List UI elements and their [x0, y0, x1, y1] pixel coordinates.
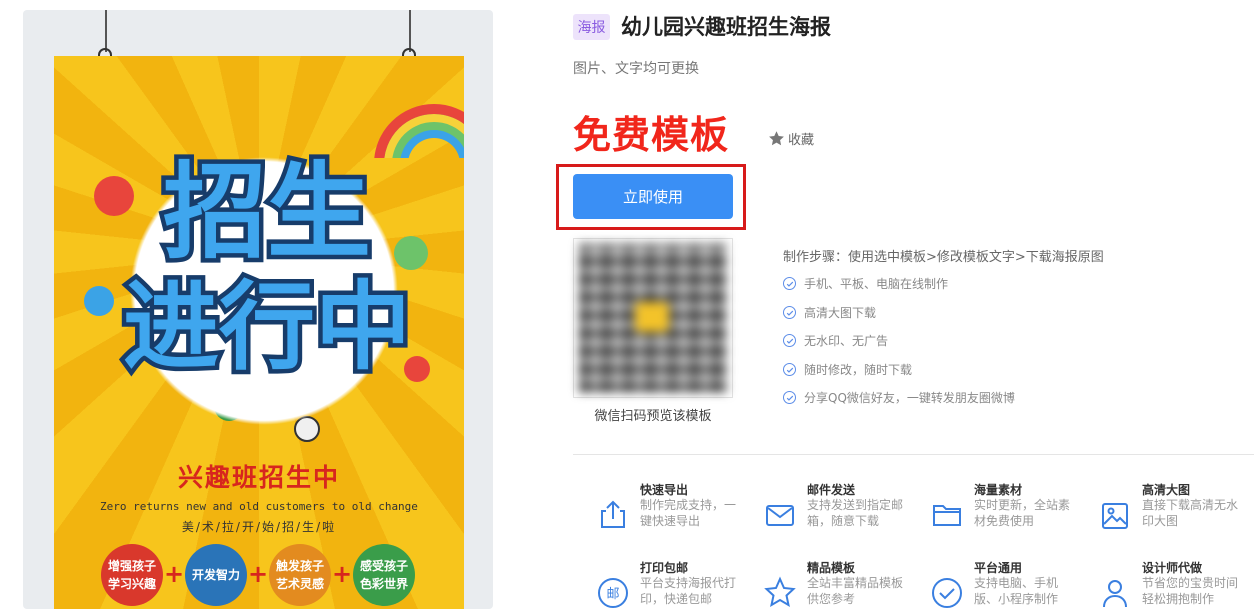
service-desc: 节省您的宝贵时间轻松拥抱制作 [1142, 576, 1239, 606]
post-icon: 邮 [595, 575, 631, 609]
service-desc: 全站丰富精品模板供您参考 [807, 576, 904, 606]
category-tag: 海报 [573, 14, 610, 40]
svg-text:邮: 邮 [606, 587, 619, 602]
feature-item: 高清大图下载 [783, 304, 876, 321]
hanging-string [105, 10, 107, 52]
check-circle-icon [783, 363, 796, 376]
template-subtitle: 图片、文字均可更换 [573, 61, 699, 77]
service-item-designer: 设计师代做 节省您的宝贵时间轻松拥抱制作 [1075, 559, 1239, 609]
service-item-premium: 精品模板 全站丰富精品模板供您参考 [740, 559, 904, 609]
favorite-button[interactable]: 收藏 [768, 129, 814, 148]
template-title: 幼儿园兴趣班招生海报 [621, 15, 831, 39]
service-item-hd-image: 高清大图 直接下载高清无水印大图 [1075, 481, 1239, 533]
service-item-print: 邮 打印包邮 平台支持海报代打印，快递包邮 [573, 559, 737, 609]
service-desc: 直接下载高清无水印大图 [1142, 498, 1239, 528]
poster-circle: 开发智力 [185, 544, 247, 606]
service-desc: 制作完成支持，一键快速导出 [640, 498, 737, 528]
service-title: 打印包邮 [640, 561, 689, 575]
check-circle-icon [783, 277, 796, 290]
plus-icon: + [248, 560, 269, 588]
poster-circle: 感受孩子 色彩世界 [353, 544, 415, 606]
plus-icon: + [332, 560, 353, 588]
service-title: 设计师代做 [1142, 561, 1203, 575]
divider [573, 454, 1254, 455]
poster-feature-circles: 增强孩子 学习兴趣 + 开发智力 + 触发孩子 艺术灵感 + 感受孩子 色彩世界 [101, 544, 421, 609]
feature-item: 手机、平板、电脑在线制作 [783, 275, 948, 292]
headline-line-1: 招生 [163, 151, 371, 273]
service-desc: 实时更新，全站素材免费使用 [974, 498, 1071, 528]
plus-icon: + [164, 560, 185, 588]
feature-item: 随时修改，随时下载 [783, 361, 912, 378]
use-now-button[interactable]: 立即使用 [573, 174, 733, 219]
hanging-string [409, 10, 411, 52]
folder-icon [929, 497, 965, 533]
service-title: 高清大图 [1142, 483, 1191, 497]
service-title: 平台通用 [974, 561, 1023, 575]
headline-art: 招生 进行中 [119, 147, 416, 379]
headline-line-2: 进行中 [123, 271, 411, 378]
poster-image: 招生 进行中 兴趣班招生中 Zero returns new and old c… [54, 56, 464, 609]
feature-item: 无水印、无广告 [783, 332, 888, 349]
check-circle-icon [783, 391, 796, 404]
service-item-platform: 平台通用 支持电脑、手机版、小程序制作 [907, 559, 1067, 609]
qr-code [573, 238, 733, 398]
price-label: 免费模板 [573, 113, 730, 157]
service-item-export: 快速导出 制作完成支持，一键快速导出 [573, 481, 737, 533]
service-desc: 平台支持海报代打印，快递包邮 [640, 576, 737, 606]
check-circle-icon [783, 334, 796, 347]
poster-preview: 招生 进行中 兴趣班招生中 Zero returns new and old c… [23, 10, 493, 609]
qr-code-image [579, 244, 727, 392]
mail-icon [762, 497, 798, 533]
qr-caption: 微信扫码预览该模板 [594, 409, 712, 424]
service-title: 海量素材 [974, 483, 1023, 497]
service-desc: 支持发送到指定邮箱，随意下载 [807, 498, 904, 528]
check-circle-icon [783, 306, 796, 319]
star-icon [769, 131, 784, 146]
export-icon [595, 497, 631, 533]
check-circle-icon [929, 575, 965, 609]
poster-slogan: 美/术/拉/开/始/招/生/啦 [181, 520, 337, 534]
poster-subtitle: 兴趣班招生中 [177, 463, 340, 492]
image-icon [1097, 497, 1133, 533]
service-desc: 支持电脑、手机版、小程序制作 [974, 576, 1059, 606]
steps-title: 制作步骤：使用选中模板>修改模板文字>下载海报原图 [783, 250, 1104, 265]
poster-circle: 触发孩子 艺术灵感 [269, 544, 331, 606]
favorite-label: 收藏 [788, 133, 815, 148]
service-item-materials: 海量素材 实时更新，全站素材免费使用 [907, 481, 1071, 533]
feature-item: 分享QQ微信好友，一键转发朋友圈微博 [783, 389, 1015, 406]
decoration [84, 286, 114, 316]
poster-english-line: Zero returns new and old customers to ol… [100, 500, 418, 513]
service-title: 邮件发送 [807, 483, 856, 497]
service-item-mail: 邮件发送 支持发送到指定邮箱，随意下载 [740, 481, 904, 533]
designer-icon [1097, 575, 1133, 609]
service-title: 精品模板 [807, 561, 856, 575]
poster-circle: 增强孩子 学习兴趣 [101, 544, 163, 606]
service-title: 快速导出 [640, 483, 689, 497]
star-icon [762, 575, 798, 609]
